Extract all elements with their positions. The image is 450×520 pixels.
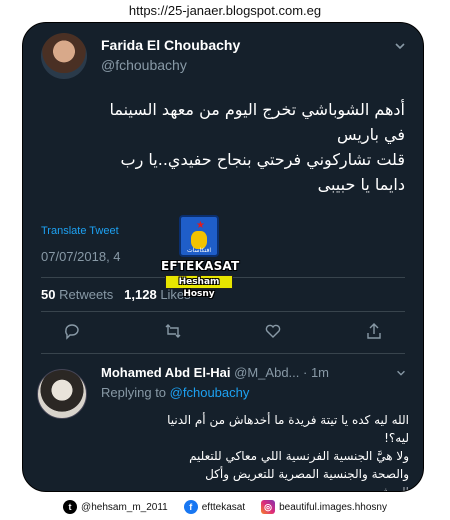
reply-author-handle[interactable]: @M_Abd... [234, 365, 299, 380]
tweet-text-line: أدهم الشوباشي تخرج اليوم من معهد السينما [109, 100, 405, 119]
reply-text-line: ليه؟! [384, 431, 409, 445]
author-avatar[interactable] [41, 33, 87, 79]
tweet-card: Farida El Choubachy @fchoubachy أدهم الش… [22, 22, 424, 492]
share-icon[interactable] [365, 322, 383, 340]
reply-author-name[interactable]: Mohamed Abd El-Hai [101, 365, 231, 380]
source-url: https://25-janaer.blogspot.com.eg [128, 3, 322, 18]
reply-text-line: العيش [377, 485, 409, 492]
likes-count[interactable]: 1,128 [124, 287, 157, 302]
instagram-handle: beautiful.images.hhosny [279, 501, 387, 513]
watermark-title: EFTEKASAT [161, 259, 240, 273]
tweet-text-line: دايما يا حبيبى [317, 175, 405, 194]
divider [41, 311, 405, 312]
reply-author-avatar[interactable] [37, 369, 87, 419]
retweets-label[interactable]: Retweets [59, 287, 113, 302]
watermark-logo: ★ افتكاسات EFTEKASAT Hesham Hosny [161, 215, 240, 299]
tweet-text-line: قلت تشاركوني فرحتي بنجاح حفيدي..يا رب [120, 150, 405, 169]
instagram-icon: ◎ [261, 500, 276, 514]
watermark-emblem: ★ افتكاسات [179, 215, 219, 257]
reply-text-line: ولا هيَّ الجنسية الفرنسية اللي معاكي للت… [189, 449, 409, 463]
chevron-down-icon[interactable] [393, 39, 407, 53]
reply-time[interactable]: · 1m [303, 365, 329, 380]
watermark-subtitle: Hesham Hosny [165, 275, 233, 299]
tweet-text-line: في باريس [337, 125, 405, 144]
reply-text: الله ليه كده يا تيتة فريدة ما أخدهاش من … [101, 411, 409, 492]
translate-tweet-link[interactable]: Translate Tweet [41, 225, 119, 237]
reply-author-line: Mohamed Abd El-Hai @M_Abd... · 1m [101, 365, 329, 380]
author-name[interactable]: Farida El Choubachy [101, 37, 240, 53]
replying-to-label: Replying to [101, 385, 167, 400]
like-icon[interactable] [264, 322, 282, 340]
reply-icon[interactable] [63, 322, 81, 340]
replying-to: Replying to @fchoubachy [101, 385, 249, 400]
tweet-text: أدهم الشوباشي تخرج اليوم من معهد السينما… [41, 97, 405, 197]
star-icon: ★ [196, 220, 205, 231]
reply-text-line: والصحة والجنسية المصرية للتعريض وأكل [205, 467, 409, 481]
footer-twitter[interactable]: t @hehsam_m_2011 [63, 500, 168, 514]
tweet-timestamp[interactable]: 07/07/2018, 4 [41, 249, 121, 264]
reply-tweet: Mohamed Abd El-Hai @M_Abd... · 1m Replyi… [23, 359, 423, 491]
tweet-header: Farida El Choubachy @fchoubachy [41, 31, 413, 87]
credits-footer: t @hehsam_m_2011 f efttekasat ◎ beautifu… [0, 496, 450, 518]
retweets-count[interactable]: 50 [41, 287, 55, 302]
watermark-arabic: افتكاسات [187, 247, 211, 254]
twitter-handle: @hehsam_m_2011 [81, 501, 168, 513]
facebook-icon: f [183, 500, 198, 514]
facebook-handle: efttekasat [201, 501, 246, 513]
twitter-icon: t [63, 500, 78, 514]
divider [41, 353, 405, 354]
retweet-icon[interactable] [164, 322, 182, 340]
reply-text-line: الله ليه كده يا تيتة فريدة ما أخدهاش من … [167, 413, 409, 427]
page: https://25-janaer.blogspot.com.eg Farida… [0, 0, 450, 520]
chevron-down-icon[interactable] [395, 367, 407, 379]
author-handle[interactable]: @fchoubachy [101, 57, 187, 73]
replying-to-mention[interactable]: @fchoubachy [170, 385, 250, 400]
footer-instagram[interactable]: ◎ beautiful.images.hhosny [261, 500, 387, 514]
tweet-actions [63, 321, 383, 341]
footer-facebook[interactable]: f efttekasat [183, 500, 246, 514]
